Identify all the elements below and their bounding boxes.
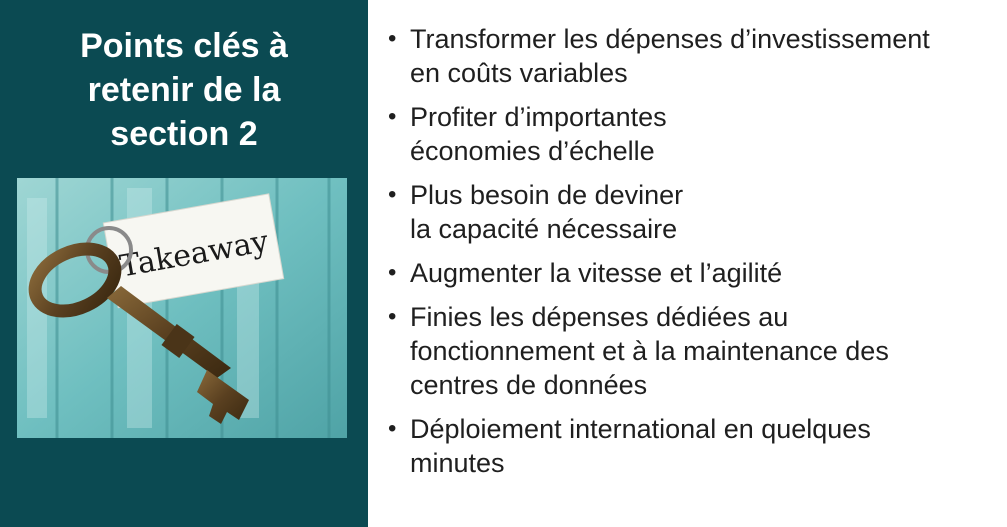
- bullet-1-line-2: en coûts variables: [410, 58, 628, 88]
- takeaway-list: • Transformer les dépenses d’investissem…: [388, 22, 1000, 480]
- bullet-4-line-1: Augmenter la vitesse et l’agilité: [410, 258, 783, 288]
- bullet-item-6: • Déploiement international en quelques …: [388, 412, 1000, 480]
- bullet-2-line-2: économies d’échelle: [410, 136, 655, 166]
- bullet-panel: • Transformer les dépenses d’investissem…: [388, 22, 1000, 490]
- slide-title: Points clés à retenir de la section 2: [0, 24, 368, 156]
- bullet-item-5: • Finies les dépenses dédiées au fonctio…: [388, 300, 1000, 402]
- bullet-item-4: • Augmenter la vitesse et l’agilité: [388, 256, 1000, 290]
- bullet-3-line-2: la capacité nécessaire: [410, 214, 678, 244]
- bullet-1-line-1: Transformer les dépenses d’investissemen…: [410, 24, 930, 54]
- bullet-dot-icon: •: [388, 415, 397, 442]
- title-line-3: section 2: [110, 115, 258, 153]
- bullet-5-line-1: Finies les dépenses dédiées au: [410, 302, 789, 332]
- bullet-dot-icon: •: [388, 103, 397, 130]
- bullet-item-2: • Profiter d’importantes économies d’éch…: [388, 100, 1000, 168]
- takeaway-key-image: Takeaway: [17, 178, 347, 438]
- bullet-dot-icon: •: [388, 303, 397, 330]
- bullet-5-line-2: fonctionnement et à la maintenance des: [410, 336, 889, 366]
- bullet-6-line-2: minutes: [410, 448, 505, 478]
- bullet-item-3: • Plus besoin de deviner la capacité néc…: [388, 178, 1000, 246]
- bullet-item-1: • Transformer les dépenses d’investissem…: [388, 22, 1000, 90]
- title-line-2: retenir de la: [87, 71, 281, 109]
- key-photo-svg: Takeaway: [17, 178, 347, 438]
- title-line-1: Points clés à: [80, 27, 288, 65]
- bullet-2-line-1: Profiter d’importantes: [410, 102, 667, 132]
- bullet-dot-icon: •: [388, 181, 397, 208]
- left-panel: Points clés à retenir de la section 2 Ta…: [0, 0, 368, 527]
- bullet-dot-icon: •: [388, 25, 397, 52]
- bullet-5-line-3: centres de données: [410, 370, 648, 400]
- bullet-3-line-1: Plus besoin de deviner: [410, 180, 684, 210]
- bullet-6-line-1: Déploiement international en quelques: [410, 414, 871, 444]
- bullet-dot-icon: •: [388, 259, 397, 286]
